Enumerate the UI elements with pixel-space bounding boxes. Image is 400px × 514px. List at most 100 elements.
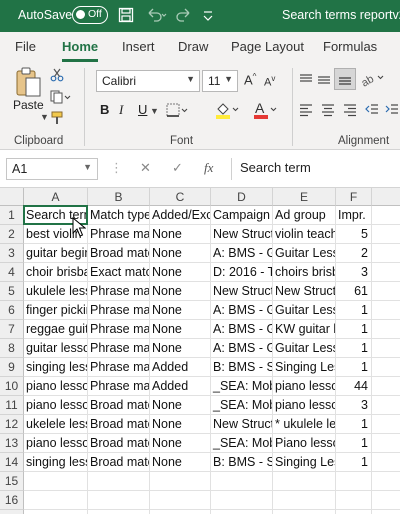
underline-dropdown-icon[interactable]: ▼	[150, 106, 159, 116]
cell-b15[interactable]	[88, 472, 150, 491]
cell-c3[interactable]: None	[150, 244, 211, 263]
cell-c8[interactable]: None	[150, 339, 211, 358]
undo-icon[interactable]	[146, 7, 168, 26]
cell-a7[interactable]: reggae guitar	[24, 320, 88, 339]
row-header-14[interactable]: 14	[0, 453, 24, 472]
cell-b7[interactable]: Phrase match	[88, 320, 150, 339]
cell-c6[interactable]: None	[150, 301, 211, 320]
cell-f11[interactable]: 3	[336, 396, 372, 415]
cell-d16[interactable]	[211, 491, 273, 510]
row-header-2[interactable]: 2	[0, 225, 24, 244]
row-header-11[interactable]: 11	[0, 396, 24, 415]
cell-e6[interactable]: Guitar Lessons	[273, 301, 336, 320]
cell-b3[interactable]: Broad match	[88, 244, 150, 263]
row-header-4[interactable]: 4	[0, 263, 24, 282]
align-center-icon[interactable]	[320, 102, 336, 121]
indent-increase-icon[interactable]	[384, 102, 400, 121]
customize-toolbar-icon[interactable]	[202, 7, 214, 26]
cell-c2[interactable]: None	[150, 225, 211, 244]
cell-a11[interactable]: piano lessons	[24, 396, 88, 415]
cell-f10[interactable]: 44	[336, 377, 372, 396]
cell-e7[interactable]: KW guitar lessons	[273, 320, 336, 339]
paste-button[interactable]: Paste	[13, 98, 44, 112]
indent-decrease-icon[interactable]	[364, 102, 380, 121]
cell-e17[interactable]	[273, 510, 336, 514]
cell-c1[interactable]: Added/Excluded	[150, 206, 211, 225]
align-middle-icon[interactable]	[316, 72, 332, 91]
cell-f3[interactable]: 2	[336, 244, 372, 263]
align-bottom-icon[interactable]	[334, 68, 356, 90]
cell-d11[interactable]: _SEA: Mob	[211, 396, 273, 415]
more-options-icon[interactable]: ⋮	[110, 160, 123, 176]
cell-b14[interactable]: Broad match	[88, 453, 150, 472]
cell-d7[interactable]: A: BMS - G	[211, 320, 273, 339]
cell-g7[interactable]	[372, 320, 400, 339]
column-header-d[interactable]: D	[211, 188, 273, 206]
cell-d3[interactable]: A: BMS - G	[211, 244, 273, 263]
cell-e14[interactable]: Singing Lessons	[273, 453, 336, 472]
row-header-16[interactable]: 16	[0, 491, 24, 510]
cell-g5[interactable]	[372, 282, 400, 301]
cell-f4[interactable]: 3	[336, 263, 372, 282]
tab-insert[interactable]: Insert	[122, 39, 155, 54]
cell-d2[interactable]: New Structure	[211, 225, 273, 244]
cell-g11[interactable]	[372, 396, 400, 415]
cell-a8[interactable]: guitar lessons	[24, 339, 88, 358]
cell-b1[interactable]: Match type	[88, 206, 150, 225]
column-header-a[interactable]: A	[24, 188, 88, 206]
cell-f2[interactable]: 5	[336, 225, 372, 244]
row-header-1[interactable]: 1	[0, 206, 24, 225]
paste-icon[interactable]	[14, 66, 42, 101]
cell-d9[interactable]: B: BMS - Si	[211, 358, 273, 377]
cell-b5[interactable]: Phrase match	[88, 282, 150, 301]
cell-a5[interactable]: ukulele lessons	[24, 282, 88, 301]
cell-e5[interactable]: New Structure	[273, 282, 336, 301]
cell-f9[interactable]: 1	[336, 358, 372, 377]
cell-a14[interactable]: singing lessons	[24, 453, 88, 472]
cell-a10[interactable]: piano lessons	[24, 377, 88, 396]
cell-c4[interactable]: None	[150, 263, 211, 282]
cell-a12[interactable]: ukelele lessons	[24, 415, 88, 434]
cell-c9[interactable]: Added	[150, 358, 211, 377]
cell-g9[interactable]	[372, 358, 400, 377]
row-header-3[interactable]: 3	[0, 244, 24, 263]
cell-e10[interactable]: piano lessons	[273, 377, 336, 396]
cell-b4[interactable]: Exact match	[88, 263, 150, 282]
align-left-icon[interactable]	[298, 102, 314, 121]
cancel-icon[interactable]: ✕	[140, 160, 151, 176]
cell-d6[interactable]: A: BMS - G	[211, 301, 273, 320]
cell-d10[interactable]: _SEA: Mob	[211, 377, 273, 396]
cell-e8[interactable]: Guitar Lessons	[273, 339, 336, 358]
cell-g15[interactable]	[372, 472, 400, 491]
cell-f6[interactable]: 1	[336, 301, 372, 320]
spreadsheet-grid[interactable]: ABCDEF1Search termMatch typeAdded/Exclud…	[0, 188, 400, 514]
row-header-13[interactable]: 13	[0, 434, 24, 453]
cell-g3[interactable]	[372, 244, 400, 263]
cell-g12[interactable]	[372, 415, 400, 434]
cut-icon[interactable]	[50, 68, 64, 85]
cell-a13[interactable]: piano lessons	[24, 434, 88, 453]
tab-file[interactable]: File	[15, 39, 36, 54]
cell-e9[interactable]: Singing Lessons	[273, 358, 336, 377]
cell-e16[interactable]	[273, 491, 336, 510]
cell-d8[interactable]: A: BMS - G	[211, 339, 273, 358]
cell-c13[interactable]: None	[150, 434, 211, 453]
autosave-toggle[interactable]: Off	[72, 6, 108, 24]
cell-c11[interactable]: None	[150, 396, 211, 415]
cell-e11[interactable]: piano lessons	[273, 396, 336, 415]
cell-g17[interactable]	[372, 510, 400, 514]
fill-color-icon[interactable]	[214, 100, 240, 123]
redo-icon[interactable]	[176, 7, 192, 26]
cell-g14[interactable]	[372, 453, 400, 472]
cell-e3[interactable]: Guitar Lessons	[273, 244, 336, 263]
cell-f13[interactable]: 1	[336, 434, 372, 453]
row-header-17[interactable]: 17	[0, 510, 24, 514]
cell-a6[interactable]: finger picking	[24, 301, 88, 320]
italic-button[interactable]: I	[119, 102, 123, 118]
enter-icon[interactable]: ✓	[172, 160, 183, 176]
cell-g6[interactable]	[372, 301, 400, 320]
cell-a4[interactable]: choir brisbane	[24, 263, 88, 282]
cell-c14[interactable]: None	[150, 453, 211, 472]
cell-a17[interactable]	[24, 510, 88, 514]
row-header-6[interactable]: 6	[0, 301, 24, 320]
